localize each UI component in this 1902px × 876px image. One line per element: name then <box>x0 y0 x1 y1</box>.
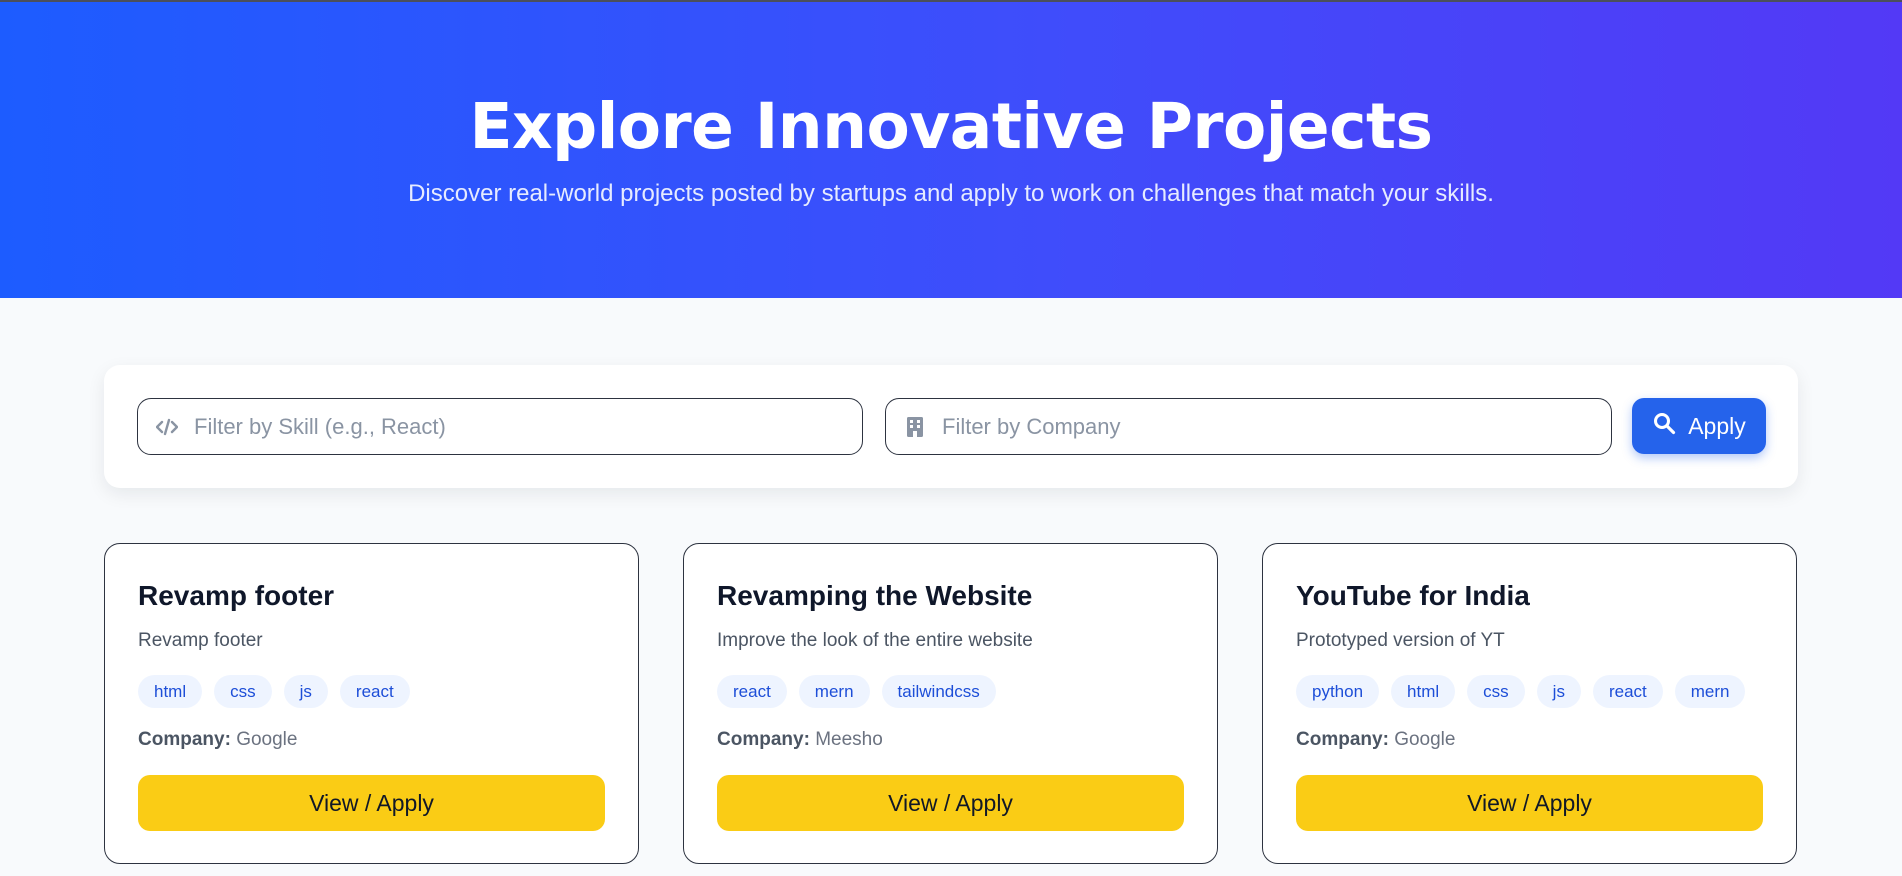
hero-banner: Explore Innovative Projects Discover rea… <box>0 0 1902 298</box>
skill-tag: js <box>283 675 328 708</box>
skill-tag: html <box>1391 675 1456 708</box>
company-label: Company: <box>717 729 810 750</box>
project-company: Company: Google <box>138 729 297 751</box>
building-icon <box>902 416 928 438</box>
skill-tag: mern <box>1674 675 1746 708</box>
page-subtitle: Discover real-world projects posted by s… <box>408 180 1494 207</box>
company-name: Google <box>236 729 298 750</box>
skill-filter-field[interactable] <box>137 398 863 455</box>
project-card: YouTube for India Prototyped version of … <box>1262 543 1797 864</box>
skill-tag: css <box>1467 675 1525 708</box>
skill-filter-input[interactable] <box>194 413 794 440</box>
skill-tag: python <box>1296 675 1380 708</box>
search-icon <box>1652 411 1676 441</box>
skill-tag: js <box>1536 675 1581 708</box>
project-description: Revamp footer <box>138 630 263 651</box>
code-icon <box>154 418 180 436</box>
company-label: Company: <box>138 729 231 750</box>
skill-tags: html css js react <box>138 675 410 708</box>
project-card: Revamping the Website Improve the look o… <box>683 543 1218 864</box>
skill-tag: tailwindcss <box>881 675 996 708</box>
project-title: Revamping the Website <box>717 580 1033 611</box>
skill-tags: react mern tailwindcss <box>717 675 996 708</box>
view-apply-button[interactable]: View / Apply <box>138 775 605 831</box>
company-name: Meesho <box>815 729 883 750</box>
skill-tag: react <box>339 675 410 708</box>
project-title: Revamp footer <box>138 580 335 611</box>
apply-button-label: Apply <box>1688 412 1746 439</box>
company-filter-input[interactable] <box>942 413 1542 440</box>
skill-tag: react <box>717 675 787 708</box>
company-name: Google <box>1394 729 1456 750</box>
company-filter-field[interactable] <box>885 398 1612 455</box>
company-label: Company: <box>1296 729 1389 750</box>
project-title: YouTube for India <box>1296 580 1530 611</box>
project-company: Company: Google <box>1296 729 1455 751</box>
view-apply-button[interactable]: View / Apply <box>1296 775 1763 831</box>
apply-filters-button[interactable]: Apply <box>1632 398 1766 454</box>
skill-tag: css <box>214 675 272 708</box>
filter-panel: Apply <box>104 365 1798 488</box>
project-company: Company: Meesho <box>717 729 883 751</box>
project-description: Prototyped version of YT <box>1296 630 1505 651</box>
skill-tags: python html css js react mern <box>1296 675 1746 708</box>
project-description: Improve the look of the entire website <box>717 630 1033 651</box>
skill-tag: mern <box>798 675 870 708</box>
page-title: Explore Innovative Projects <box>469 90 1433 163</box>
skill-tag: html <box>138 675 203 708</box>
view-apply-button[interactable]: View / Apply <box>717 775 1184 831</box>
skill-tag: react <box>1592 675 1663 708</box>
project-card: Revamp footer Revamp footer html css js … <box>104 543 639 864</box>
